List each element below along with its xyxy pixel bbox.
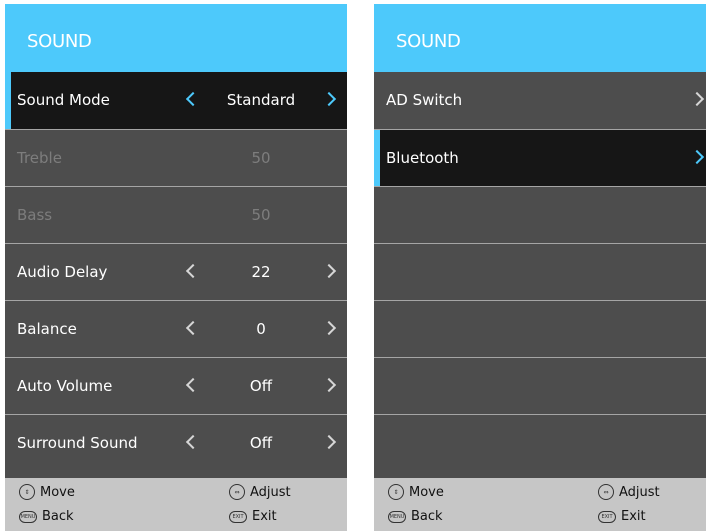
menu-row-bluetooth[interactable]: Bluetooth [374,129,706,186]
panel-title: SOUND [5,4,347,72]
row-value: Off [249,434,273,452]
row-label: Auto Volume [17,377,113,395]
hint-adjust-label: Adjust [619,484,660,500]
chevron-left-icon[interactable] [185,263,201,279]
updown-nav-icon: ⇕ [388,484,404,500]
menu-row-surround-sound[interactable]: Surround Sound Off [5,414,347,471]
chevron-right-icon[interactable] [321,320,337,336]
row-label: Surround Sound [17,434,138,452]
chevron-left-icon[interactable] [185,377,201,393]
menu-key-icon: MENU [388,510,406,523]
hint-exit-label: Exit [621,509,646,524]
leftright-nav-icon: ⇔ [229,484,245,500]
row-label: Bluetooth [386,149,459,167]
menu-row-ad-switch[interactable]: AD Switch [374,72,706,129]
hint-adjust: ⇔ Adjust [598,484,660,500]
empty-row [374,414,706,471]
row-value: 0 [256,320,266,338]
empty-row [374,357,706,414]
row-label: Audio Delay [17,263,108,281]
hint-move: ⇕ Move [19,484,75,500]
row-value: 22 [251,263,271,281]
key-hint-footer: ⇕ Move ⇔ Adjust MENU Back EXIT Exit [374,478,706,531]
chevron-right-icon[interactable] [689,149,705,165]
empty-row [374,300,706,357]
row-label: AD Switch [386,91,463,109]
chevron-left-icon[interactable] [185,320,201,336]
hint-back-label: Back [42,509,74,524]
chevron-left-icon[interactable] [185,91,201,107]
sound-menu-panel-right: SOUND AD Switch Bluetooth ⇕ Move ⇔ Adjus… [374,4,706,531]
chevron-right-icon[interactable] [321,434,337,450]
exit-key-icon: EXIT [598,510,616,523]
leftright-nav-icon: ⇔ [598,484,614,500]
updown-nav-icon: ⇕ [19,484,35,500]
hint-adjust: ⇔ Adjust [229,484,291,500]
row-value: Standard [226,91,296,109]
empty-row [374,243,706,300]
chevron-right-icon[interactable] [321,377,337,393]
menu-row-sound-mode[interactable]: Sound Mode Standard [5,72,347,129]
hint-adjust-label: Adjust [250,484,291,500]
hint-back-label: Back [411,509,443,524]
hint-exit: EXIT Exit [598,509,646,524]
hint-move: ⇕ Move [388,484,444,500]
hint-back: MENU Back [388,509,443,524]
chevron-right-icon[interactable] [321,263,337,279]
menu-row-balance[interactable]: Balance 0 [5,300,347,357]
chevron-right-icon[interactable] [689,91,705,107]
key-hint-footer: ⇕ Move ⇔ Adjust MENU Back EXIT Exit [5,478,347,531]
row-label: Sound Mode [17,91,110,109]
row-value: 50 [251,149,271,167]
row-value: Off [249,377,273,395]
panel-title: SOUND [374,4,706,72]
hint-exit: EXIT Exit [229,509,277,524]
menu-row-bass: Bass 50 [5,186,347,243]
hint-exit-label: Exit [252,509,277,524]
row-label: Bass [17,206,53,224]
hint-move-label: Move [409,484,444,500]
menu-key-icon: MENU [19,510,37,523]
chevron-left-icon[interactable] [185,434,201,450]
menu-row-auto-volume[interactable]: Auto Volume Off [5,357,347,414]
menu-row-treble: Treble 50 [5,129,347,186]
chevron-right-icon[interactable] [321,91,337,107]
hint-back: MENU Back [19,509,74,524]
exit-key-icon: EXIT [229,510,247,523]
empty-row [374,186,706,243]
row-value: 50 [251,206,271,224]
row-label: Treble [17,149,62,167]
hint-move-label: Move [40,484,75,500]
sound-menu-panel-left: SOUND Sound Mode Standard Treble 50 Bass… [5,4,347,531]
row-label: Balance [17,320,77,338]
menu-row-audio-delay[interactable]: Audio Delay 22 [5,243,347,300]
